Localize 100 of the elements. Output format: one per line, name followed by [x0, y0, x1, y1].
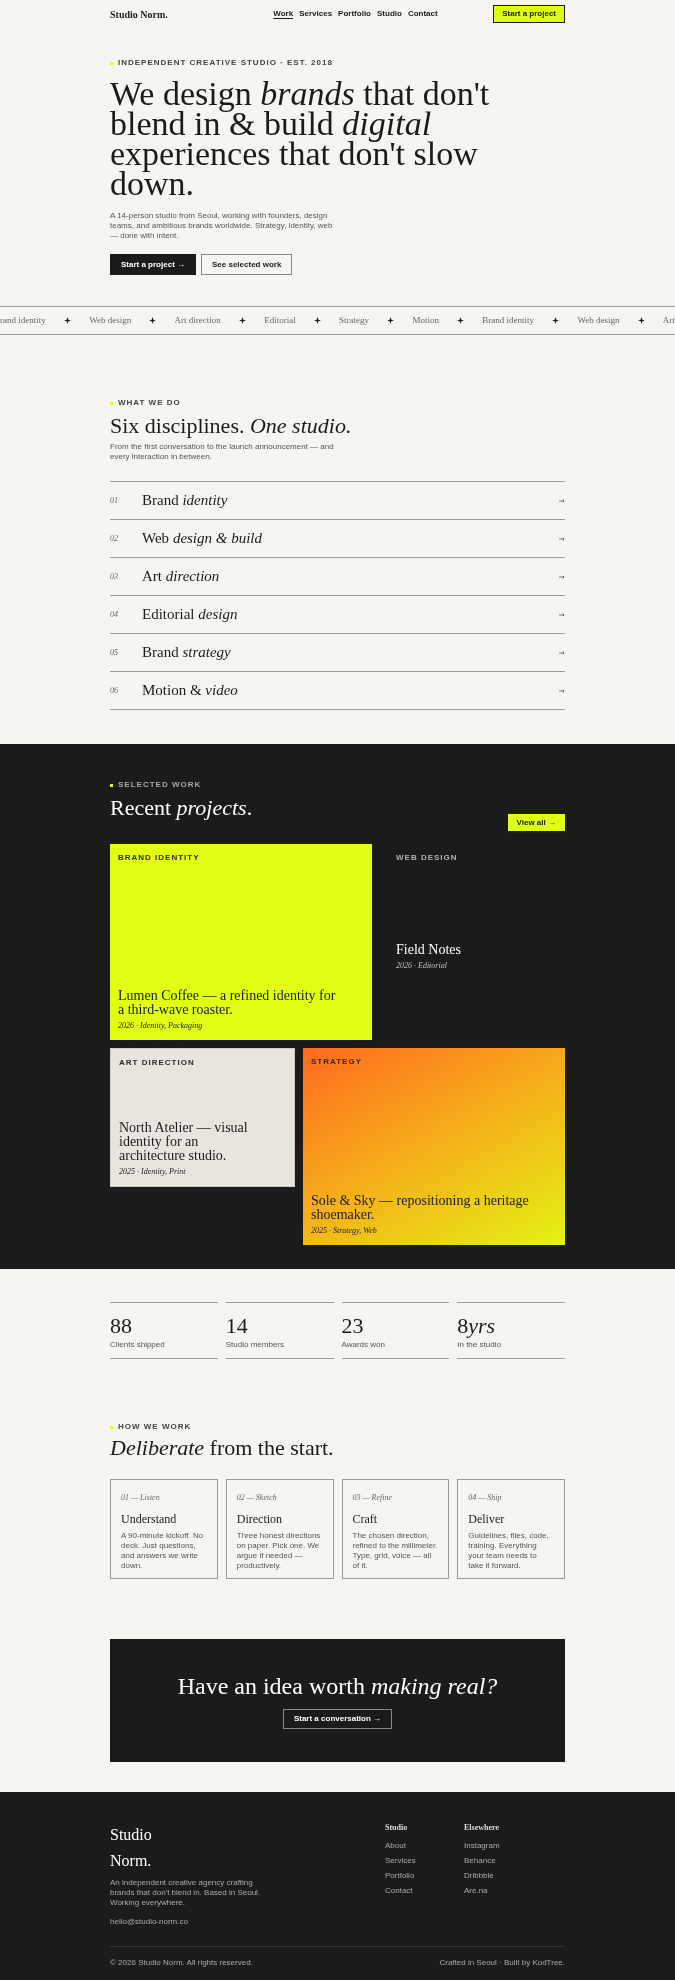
service-title: Art direction — [142, 567, 221, 587]
step-description: The chosen direction, refined to the millimeter. Type, grid, voice — all of it. — [352, 1531, 439, 1571]
arrow-right-icon — [559, 650, 565, 655]
service-title: Brand identity — [142, 491, 229, 511]
service-title: Brand strategy — [142, 643, 232, 663]
project-title: Field Notes — [396, 943, 462, 957]
project-meta: 2025 · Identity, Print — [119, 1166, 187, 1178]
cta-heading: Have an idea worth making real? — [177, 1672, 498, 1699]
marquee-item: rand identity — [0, 313, 46, 327]
project-meta: 2026 · Editorial — [396, 960, 448, 972]
marquee-item: Web design — [89, 313, 132, 327]
step-title: Deliver — [468, 1511, 506, 1528]
arrow-right-icon — [559, 574, 565, 579]
nav-link[interactable]: Work — [273, 8, 294, 20]
section-eyebrow: HOW WE WORK — [118, 1421, 192, 1433]
sparkle-icon — [238, 317, 246, 324]
stat-value: 8yrs — [457, 1315, 497, 1337]
bullet-icon — [110, 61, 113, 65]
service-number: 06 — [110, 684, 119, 697]
view-all-button[interactable]: View all → — [507, 814, 565, 831]
step-description: A 90-minute kickoff. No deck. Just questions, and answers we write down. — [121, 1531, 205, 1571]
step-description: Three honest directions on paper. Pick one. We argue if needed — productively. — [236, 1531, 322, 1571]
section-eyebrow: INDEPENDENT CREATIVE STUDIO · EST. 2018 — [118, 57, 333, 69]
section-eyebrow: SELECTED WORK — [118, 779, 202, 791]
service-row[interactable]: 02 Web design & build — [110, 520, 565, 558]
arrow-right-icon — [559, 688, 565, 693]
arrow-right-icon — [559, 612, 565, 617]
footer-link[interactable]: Instagram — [464, 1840, 543, 1852]
project-title: Sole & Sky — repositioning a heritage shoemaker. — [311, 1194, 530, 1222]
sparkle-icon — [457, 317, 465, 324]
project-category: STRATEGY — [311, 1056, 363, 1068]
stat-value: 88 — [110, 1315, 133, 1337]
service-number: 04 — [110, 608, 119, 621]
marquee-item: Web design — [577, 313, 620, 327]
stat-label: Awards won — [341, 1339, 386, 1351]
project-card[interactable]: BRAND IDENTITY Lumen Coffee — a refined identity for a third-wave roaster. 2026 · Identity, Packaging — [110, 844, 372, 1040]
project-category: BRAND IDENTITY — [118, 852, 201, 864]
sparkle-icon — [313, 317, 321, 324]
footer-brand: Studio Norm. — [110, 1825, 153, 1871]
section-description: From the first conversation to the launch announcement — and every interaction in between. — [110, 442, 335, 462]
step-title: Direction — [236, 1511, 284, 1528]
service-number: 03 — [110, 570, 119, 583]
service-number: 05 — [110, 646, 119, 659]
sparkle-icon — [637, 317, 645, 324]
footer-link[interactable]: Dribbble — [464, 1870, 543, 1882]
footer-link[interactable]: Portfolio — [385, 1870, 464, 1882]
stat-label: Clients shipped — [110, 1339, 166, 1351]
nav-link[interactable]: Studio — [377, 8, 402, 20]
stat-label: In the studio — [457, 1339, 502, 1351]
project-card[interactable]: ART DIRECTION North Atelier — visual identity for an architecture studio. 2025 · Identity, Print — [110, 1048, 295, 1187]
section-heading: Six disciplines. One studio. — [110, 413, 353, 439]
footer-link[interactable]: Behance — [464, 1855, 543, 1867]
step-label: 03 — Refine — [352, 1492, 394, 1504]
stat-value: 23 — [341, 1315, 365, 1337]
section-eyebrow: WHAT WE DO — [118, 397, 181, 409]
marquee-item: Art — [662, 313, 675, 327]
project-meta: 2025 · Strategy, Web — [311, 1225, 378, 1237]
service-title: Web design & build — [142, 529, 264, 549]
service-number: 02 — [110, 532, 119, 545]
start-project-button[interactable]: Start a project — [493, 5, 565, 23]
nav-link[interactable]: Portfolio — [338, 8, 371, 20]
section-heading: Deliberate from the start. — [110, 1435, 335, 1461]
marquee-item: Motion — [412, 313, 439, 327]
service-row[interactable]: 05 Brand strategy — [110, 634, 565, 672]
project-title: North Atelier — visual identity for an architecture studio. — [119, 1121, 249, 1163]
service-title: Motion & video — [142, 681, 239, 701]
footer-link[interactable]: Services — [385, 1855, 464, 1867]
hero-description: A 14-person studio from Seoul, working with founders, design teams, and ambitious brands worldwide. Strategy, identity, web — done with intent. — [110, 211, 334, 241]
sparkle-icon — [149, 317, 157, 324]
marquee-item: Editorial — [264, 313, 296, 327]
service-row[interactable]: 06 Motion & video — [110, 672, 565, 710]
step-title: Craft — [352, 1511, 379, 1528]
service-row[interactable]: 04 Editorial design — [110, 596, 565, 634]
copyright: © 2026 Studio Norm. All rights reserved. — [110, 1957, 253, 1969]
project-card[interactable]: STRATEGY Sole & Sky — repositioning a heritage shoemaker. 2025 · Strategy, Web — [303, 1048, 565, 1245]
service-title: Editorial design — [142, 605, 239, 625]
start-conversation-button[interactable]: Start a conversation → — [282, 1708, 393, 1729]
email-link[interactable]: hello@studio-norm.co — [110, 1916, 385, 1928]
footer-link[interactable]: About — [385, 1840, 464, 1852]
project-category: ART DIRECTION — [119, 1057, 196, 1069]
sparkle-icon — [387, 317, 395, 324]
nav-link[interactable]: Contact — [407, 8, 438, 20]
project-title: Lumen Coffee — a refined identity for a third-wave roaster. — [118, 989, 337, 1017]
sparkle-icon — [552, 317, 560, 324]
start-project-button[interactable]: Start a project → — [110, 254, 196, 275]
service-row[interactable]: 01 Brand identity — [110, 482, 565, 520]
bullet-icon — [110, 401, 113, 405]
arrow-right-icon — [559, 536, 565, 541]
marquee-item: Strategy — [339, 313, 370, 327]
footer-link[interactable]: Are.na — [464, 1885, 543, 1897]
see-work-button[interactable]: See selected work — [201, 254, 293, 275]
logo[interactable]: Studio Norm. — [110, 6, 168, 22]
sparkle-icon — [63, 317, 71, 324]
service-row[interactable]: 03 Art direction — [110, 558, 565, 596]
step-label: 04 — Ship — [468, 1492, 503, 1504]
service-number: 01 — [110, 494, 119, 507]
nav-link[interactable]: Services — [299, 8, 333, 20]
footer-column-title: Studio — [385, 1822, 409, 1834]
footer-link[interactable]: Contact — [385, 1885, 464, 1897]
project-category: WEB DESIGN — [396, 852, 459, 864]
